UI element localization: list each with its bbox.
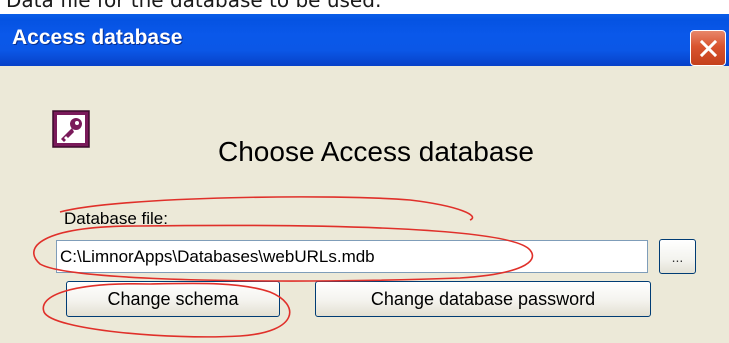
window-title: Access database — [12, 26, 183, 49]
browse-button[interactable]: ... — [659, 239, 696, 274]
dialog-heading: Choose Access database — [218, 136, 534, 167]
database-file-input[interactable] — [56, 240, 648, 273]
database-file-label: Database file: — [64, 209, 168, 228]
clipped-caption-strip: Data file for the database to be used: — [0, 0, 729, 14]
clipped-caption-text: Data file for the database to be used: — [6, 0, 382, 12]
change-database-password-button[interactable]: Change database password — [315, 281, 651, 317]
close-icon — [699, 39, 718, 58]
access-key-icon — [52, 110, 90, 148]
dialog-body: Choose Access database Database file: ..… — [0, 66, 729, 343]
change-schema-button[interactable]: Change schema — [66, 281, 280, 317]
close-button[interactable] — [690, 30, 726, 66]
screenshot-frame: Data file for the database to be used: A… — [0, 0, 729, 343]
title-bar[interactable]: Access database — [0, 14, 729, 66]
